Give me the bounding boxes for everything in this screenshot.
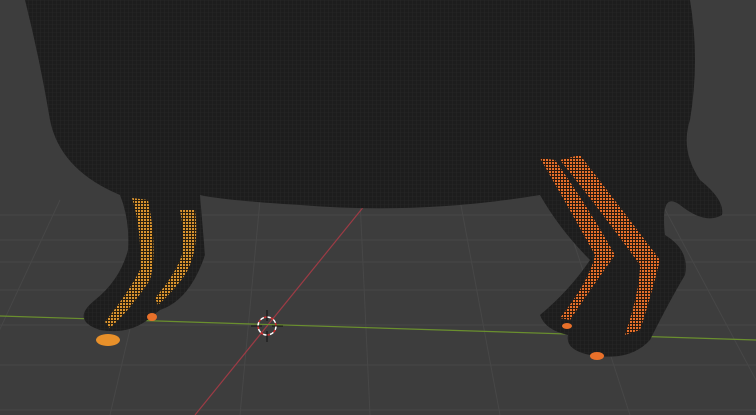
3d-viewport[interactable] [0,0,756,415]
dog-mesh[interactable] [25,0,723,360]
x-axis-line [194,204,366,415]
viewport-canvas[interactable] [0,0,756,415]
